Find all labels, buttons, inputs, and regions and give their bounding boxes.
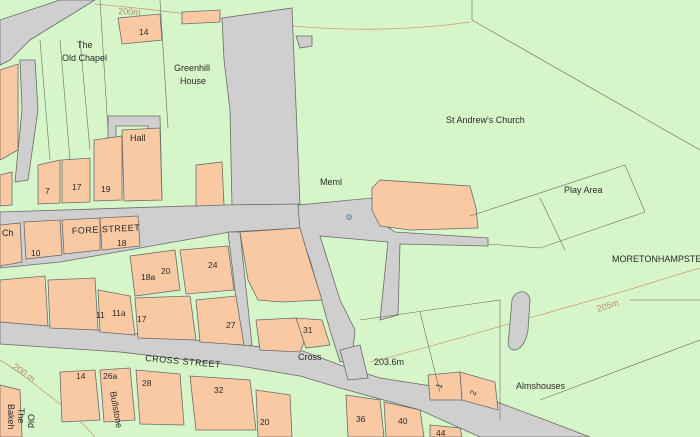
label-bakehouse: Bakeh: [6, 404, 16, 430]
label-church: St Andrew's Church: [446, 115, 525, 125]
label-old-chapel-line2: Old Chapel: [62, 53, 107, 63]
contour-label-200-top: 200m: [118, 6, 141, 18]
spot-height: 203.6m: [374, 357, 404, 367]
map-canvas[interactable]: The Old Chapel Greenhill House Hall St A…: [0, 0, 700, 437]
house-number: 20: [260, 417, 270, 427]
house-number: 20: [161, 266, 171, 276]
house-number: 19: [101, 184, 111, 194]
memorial-marker: [346, 214, 352, 220]
house-number: 31: [303, 325, 313, 335]
house-number: 44: [436, 428, 446, 437]
label-cross: Cross: [298, 352, 322, 362]
house-number: 11a: [112, 308, 126, 318]
label-greenhill-line2: House: [180, 76, 206, 86]
car-park: [221, 7, 301, 208]
house-number: 28: [142, 378, 152, 388]
label-the-old-line1: The: [16, 408, 26, 424]
label-the-old-line2: Old: [26, 414, 36, 428]
house-number: 14: [139, 27, 149, 37]
house-number: 11: [96, 310, 105, 320]
house-number: 10: [31, 248, 41, 258]
label-greenhill-line1: Greenhill: [174, 63, 210, 73]
house-number: 7: [45, 186, 50, 196]
house-number: 24: [208, 260, 218, 270]
house-number: 18a: [141, 272, 155, 282]
house-number: 36: [356, 414, 366, 424]
house-number: 18: [117, 238, 127, 248]
house-number: 26a: [103, 371, 117, 381]
label-meml: Meml: [320, 177, 342, 187]
house-number: 17: [72, 182, 82, 192]
house-number: 27: [226, 320, 236, 330]
house-number: 17: [137, 314, 147, 324]
label-old-chapel-line1: The: [77, 40, 93, 50]
house-number: 40: [398, 416, 408, 426]
house-number: 14: [76, 371, 86, 381]
label-play-area: Play Area: [564, 185, 603, 195]
label-ch: Ch: [2, 228, 14, 238]
label-hall: Hall: [130, 133, 146, 143]
house-number: 32: [214, 385, 224, 395]
label-almshouses: Almshouses: [516, 381, 566, 391]
label-moretonhampstead: MORETONHAMPSTE: [612, 254, 700, 264]
